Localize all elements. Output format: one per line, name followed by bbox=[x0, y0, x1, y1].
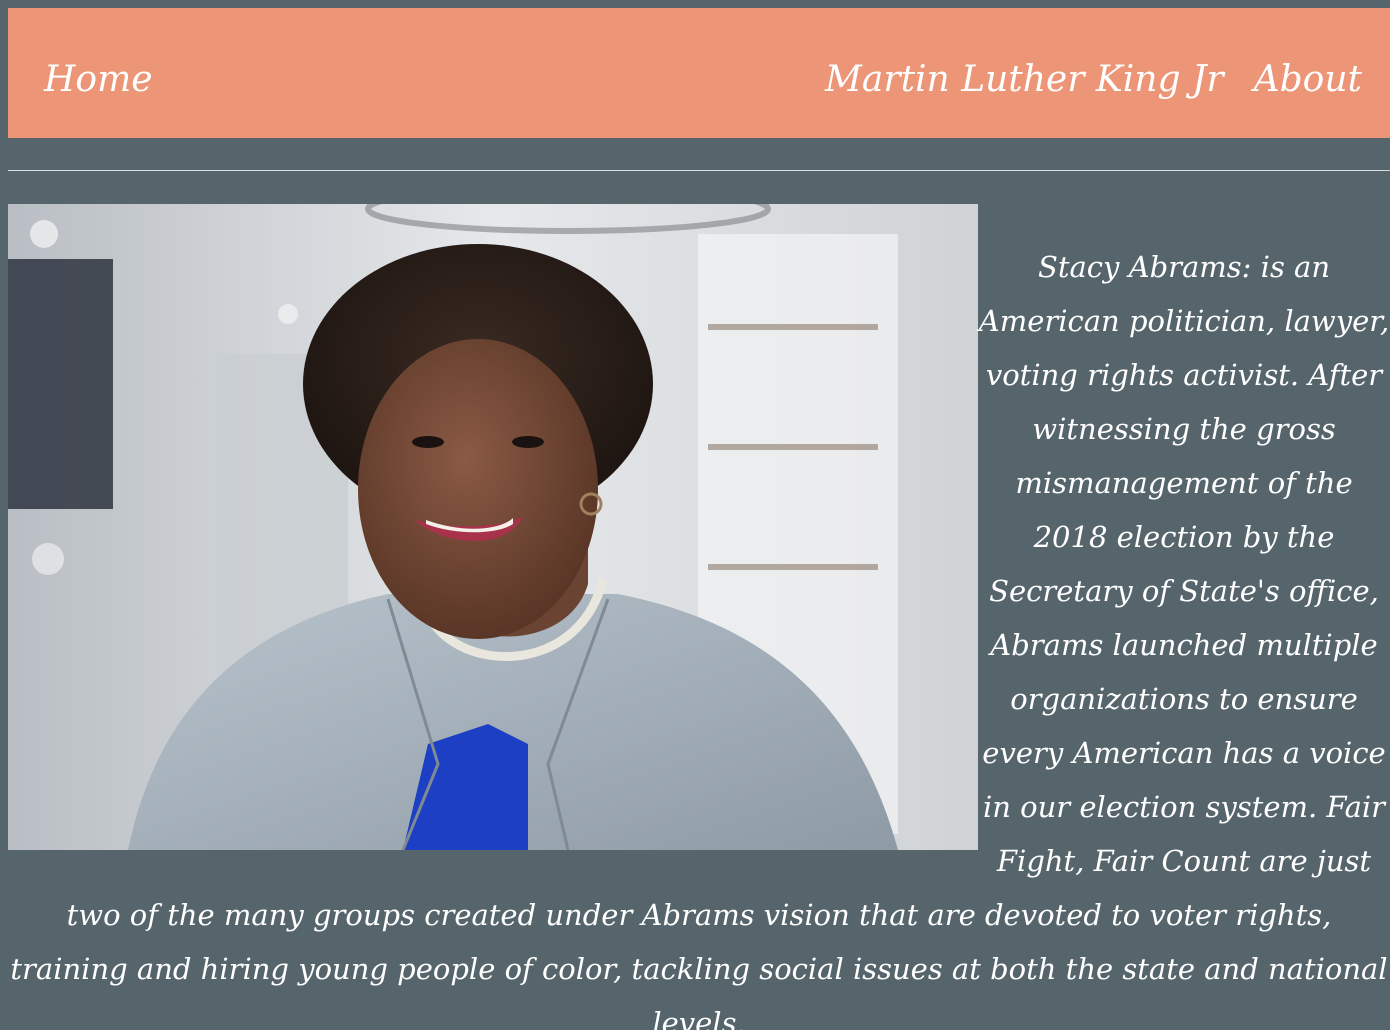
nav-link-martin-luther-king-jr[interactable]: Martin Luther King Jr bbox=[825, 58, 1224, 102]
portrait-photo bbox=[8, 204, 978, 850]
nav-link-about[interactable]: About bbox=[1254, 58, 1362, 102]
horizontal-divider bbox=[8, 170, 1390, 171]
nav-link-home[interactable]: Home bbox=[44, 58, 153, 102]
main-content: Stacy Abrams: is an American politician,… bbox=[8, 204, 1390, 1030]
top-navbar: Home Martin Luther King Jr About bbox=[8, 8, 1390, 138]
nav-right-group: Martin Luther King Jr About bbox=[825, 58, 1362, 102]
